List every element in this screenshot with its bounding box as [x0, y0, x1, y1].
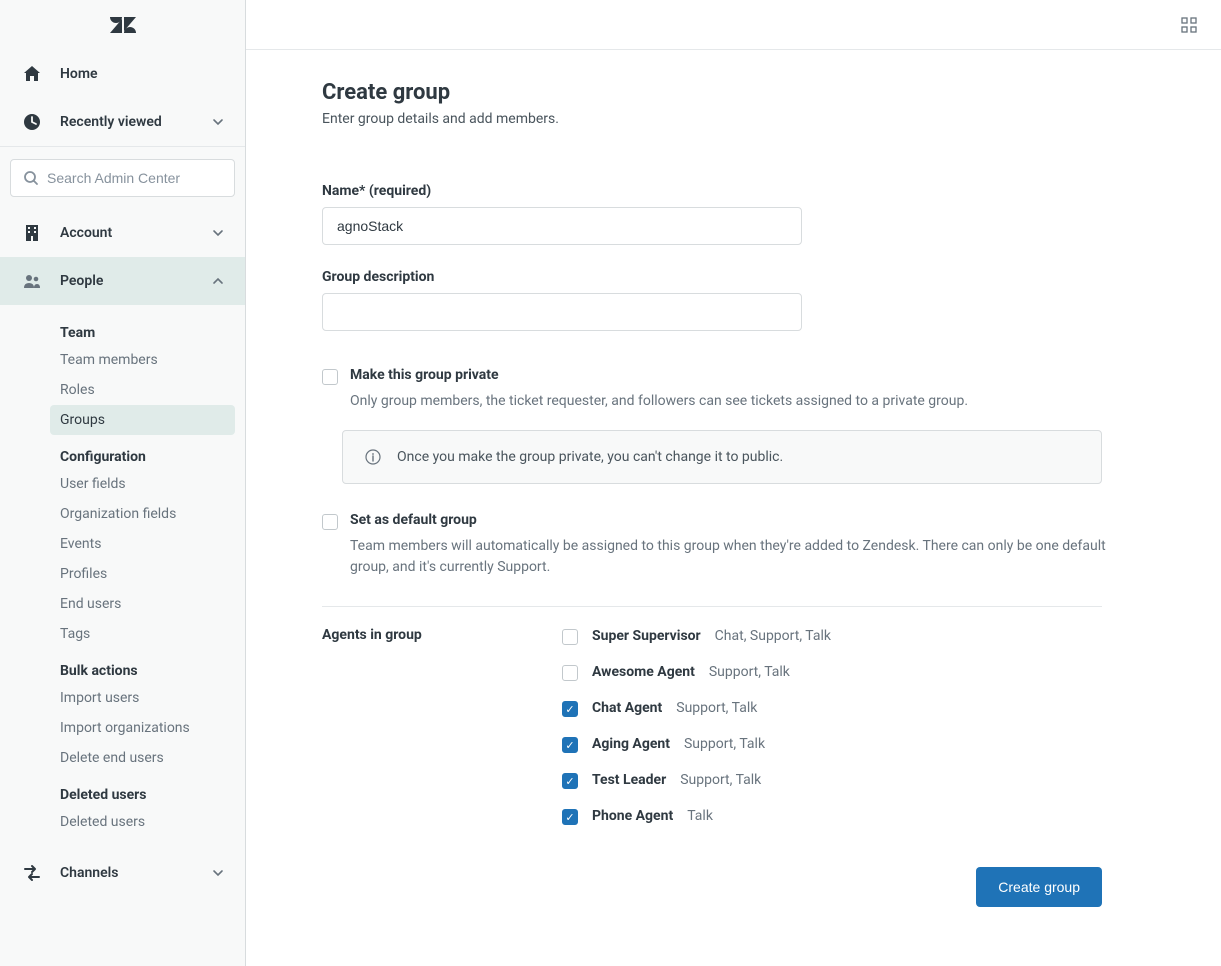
chevron-up-icon — [211, 274, 225, 288]
agent-name: Phone Agent — [592, 808, 673, 824]
page-subtitle: Enter group details and add members. — [322, 111, 1145, 127]
subnav-heading: Team — [0, 311, 245, 345]
clock-icon — [20, 112, 44, 132]
sidebar-account-label: Account — [60, 225, 112, 241]
search-input[interactable] — [47, 170, 228, 186]
subnav-link-roles[interactable]: Roles — [50, 375, 235, 405]
subnav-link-profiles[interactable]: Profiles — [50, 559, 235, 589]
agent-name: Awesome Agent — [592, 664, 695, 680]
description-label: Group description — [322, 269, 1145, 285]
search-box[interactable] — [10, 159, 235, 197]
subnav-link-events[interactable]: Events — [50, 529, 235, 559]
private-info-text: Once you make the group private, you can… — [397, 449, 783, 465]
subnav-heading: Bulk actions — [0, 649, 245, 683]
sidebar-people-label: People — [60, 273, 103, 289]
building-icon — [20, 223, 44, 243]
chevron-down-icon — [211, 115, 225, 129]
chevron-down-icon — [211, 226, 225, 240]
agent-checkbox[interactable] — [562, 629, 578, 645]
agent-name: Aging Agent — [592, 736, 670, 752]
home-icon — [20, 64, 44, 84]
subnav-link-end-users[interactable]: End users — [50, 589, 235, 619]
agent-row: Test Leader Support, Talk — [562, 771, 831, 789]
default-checkbox[interactable] — [322, 514, 338, 530]
subnav-link-user-fields[interactable]: User fields — [50, 469, 235, 499]
name-label: Name* (required) — [322, 183, 1145, 199]
subnav-link-import-organizations[interactable]: Import organizations — [50, 713, 235, 743]
subnav-link-import-users[interactable]: Import users — [50, 683, 235, 713]
agents-section: Agents in group Super Supervisor Chat, Su… — [322, 627, 1145, 825]
private-description: Only group members, the ticket requester… — [350, 391, 1110, 412]
private-checkbox-row: Make this group private — [322, 367, 1145, 385]
name-input[interactable] — [322, 207, 802, 245]
agent-products: Support, Talk — [680, 772, 761, 788]
description-input[interactable] — [322, 293, 802, 331]
agent-checkbox[interactable] — [562, 737, 578, 753]
default-checkbox-row: Set as default group — [322, 512, 1145, 530]
agent-products: Talk — [687, 808, 713, 824]
sidebar-item-home[interactable]: Home — [0, 50, 245, 98]
search-icon — [23, 170, 39, 186]
agent-row: Awesome Agent Support, Talk — [562, 663, 831, 681]
people-icon — [20, 271, 44, 291]
sidebar-item-channels[interactable]: Channels — [0, 849, 245, 897]
subnav-link-tags[interactable]: Tags — [50, 619, 235, 649]
info-icon — [365, 449, 381, 465]
apps-icon[interactable] — [1181, 17, 1197, 33]
footer-actions: Create group — [322, 867, 1102, 907]
agent-checkbox[interactable] — [562, 773, 578, 789]
agent-name: Chat Agent — [592, 700, 662, 716]
agent-products: Chat, Support, Talk — [715, 628, 831, 644]
agent-checkbox[interactable] — [562, 665, 578, 681]
sidebar-recently-viewed-label: Recently viewed — [60, 114, 162, 130]
sidebar-item-people[interactable]: People — [0, 257, 245, 305]
zendesk-logo-icon — [110, 15, 136, 35]
content: Create group Enter group details and add… — [246, 50, 1221, 966]
sidebar-channels-label: Channels — [60, 865, 119, 881]
agent-name: Test Leader — [592, 772, 666, 788]
sidebar-home-label: Home — [60, 66, 98, 82]
main: Create group Enter group details and add… — [246, 0, 1221, 966]
create-group-button[interactable]: Create group — [976, 867, 1102, 907]
sidebar-item-recently-viewed[interactable]: Recently viewed — [0, 98, 245, 146]
agent-checkbox[interactable] — [562, 701, 578, 717]
default-label: Set as default group — [350, 512, 477, 528]
subnav-link-groups[interactable]: Groups — [50, 405, 235, 435]
search-wrap — [0, 147, 245, 209]
agent-row: Phone Agent Talk — [562, 807, 831, 825]
sidebar: Home Recently viewed Account Pe — [0, 0, 246, 966]
agent-products: Support, Talk — [676, 700, 757, 716]
sidebar-item-account[interactable]: Account — [0, 209, 245, 257]
subnav-heading: Deleted users — [0, 773, 245, 807]
private-label: Make this group private — [350, 367, 499, 383]
agents-label: Agents in group — [322, 627, 442, 643]
agent-row: Chat Agent Support, Talk — [562, 699, 831, 717]
agent-checkbox[interactable] — [562, 809, 578, 825]
agent-products: Support, Talk — [684, 736, 765, 752]
agent-row: Aging Agent Support, Talk — [562, 735, 831, 753]
topbar — [246, 0, 1221, 50]
private-checkbox[interactable] — [322, 369, 338, 385]
subnav-link-team-members[interactable]: Team members — [50, 345, 235, 375]
agent-row: Super Supervisor Chat, Support, Talk — [562, 627, 831, 645]
section-divider — [322, 606, 1102, 607]
private-infobox: Once you make the group private, you can… — [342, 430, 1102, 484]
logo[interactable] — [0, 0, 245, 50]
subnav-link-deleted-users[interactable]: Deleted users — [50, 807, 235, 837]
agent-products: Support, Talk — [709, 664, 790, 680]
subnav-link-delete-end-users[interactable]: Delete end users — [50, 743, 235, 773]
subnav-link-organization-fields[interactable]: Organization fields — [50, 499, 235, 529]
chevron-down-icon — [211, 866, 225, 880]
agent-name: Super Supervisor — [592, 628, 701, 644]
default-description: Team members will automatically be assig… — [350, 536, 1110, 578]
page-title: Create group — [322, 80, 1145, 105]
channels-icon — [20, 863, 44, 883]
subnav-heading: Configuration — [0, 435, 245, 469]
agent-list: Super Supervisor Chat, Support, Talk Aweso… — [562, 627, 831, 825]
people-subnav: TeamTeam membersRolesGroupsConfiguration… — [0, 305, 245, 837]
